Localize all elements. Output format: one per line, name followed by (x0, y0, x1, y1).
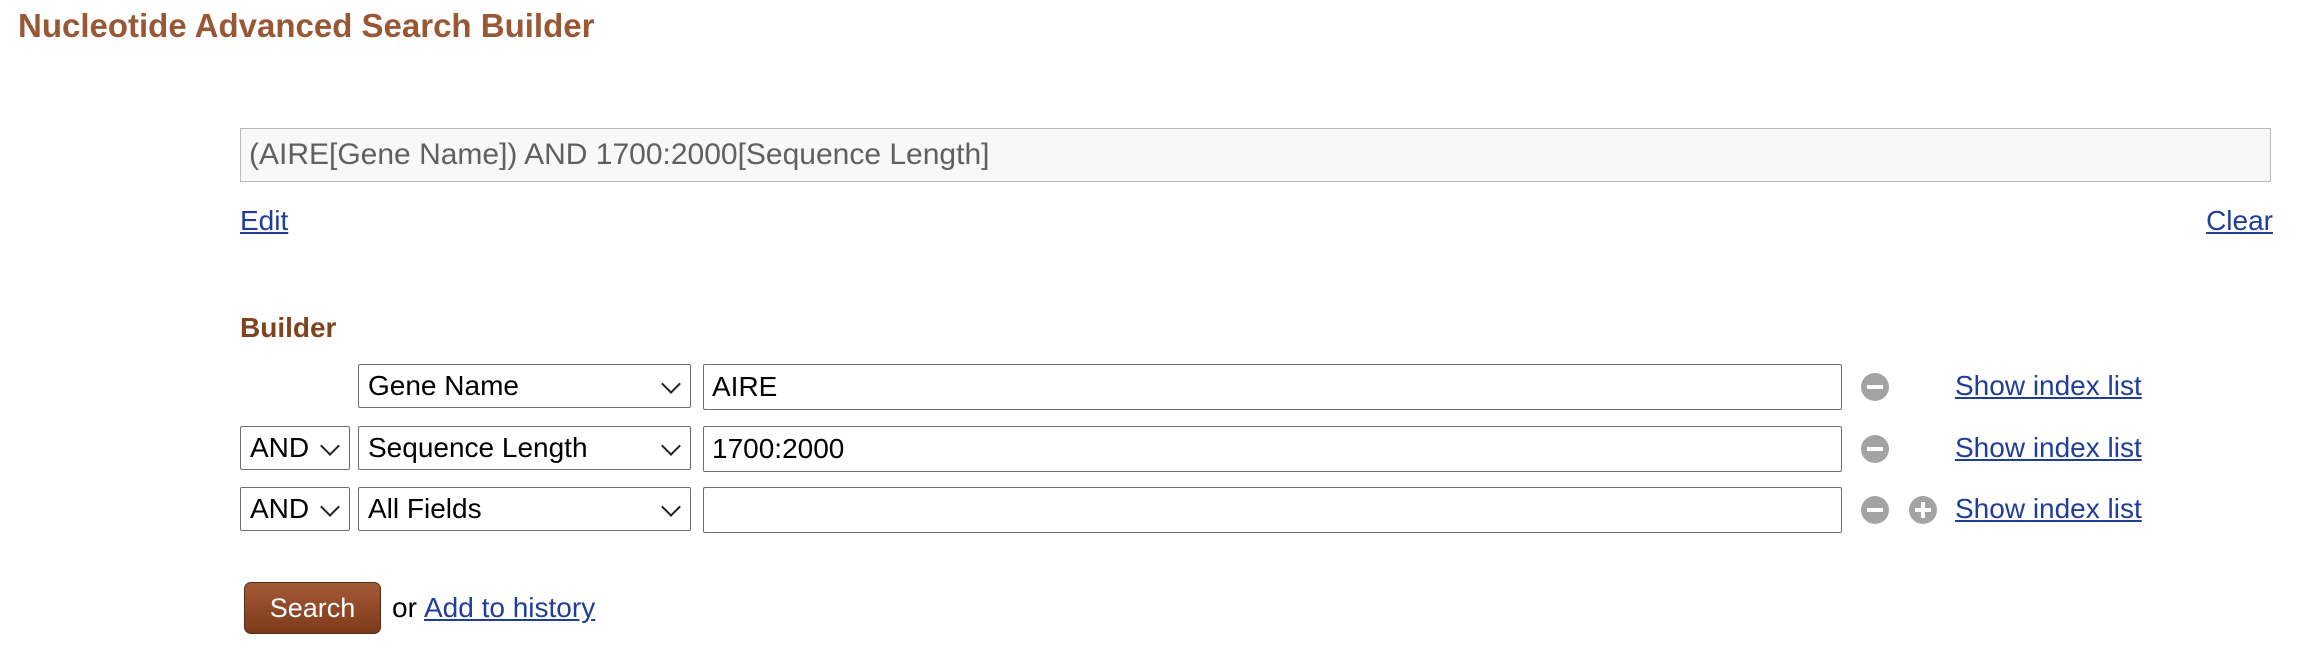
query-box[interactable]: (AIRE[Gene Name]) AND 1700:2000[Sequence… (240, 128, 2271, 182)
builder-row: Gene Name Show index list (0, 364, 2321, 410)
builder-row: AND Sequence Length Show index list (0, 426, 2321, 472)
field-select-value: All Fields (368, 493, 482, 524)
minus-circle-icon (1867, 508, 1883, 512)
minus-circle-icon (1867, 447, 1883, 451)
term-input[interactable] (703, 364, 1842, 410)
chevron-down-icon (320, 497, 340, 517)
edit-link[interactable]: Edit (240, 203, 288, 239)
chevron-down-icon (661, 436, 681, 456)
show-index-list-link[interactable]: Show index list (1955, 430, 2142, 466)
operator-select-value: AND (250, 493, 310, 524)
term-input[interactable] (703, 487, 1842, 533)
plus-bar-vertical (1921, 502, 1925, 518)
advanced-search-page: Nucleotide Advanced Search Builder (AIRE… (0, 0, 2321, 658)
remove-row-button[interactable] (1861, 496, 1889, 524)
operator-select-value: AND (250, 432, 310, 463)
minus-circle-icon (1867, 385, 1883, 389)
chevron-down-icon (320, 436, 340, 456)
builder-row: AND All Fields Show index list (0, 487, 2321, 533)
field-select[interactable]: All Fields (358, 487, 691, 531)
operator-select[interactable]: AND (240, 426, 350, 470)
chevron-down-icon (661, 374, 681, 394)
search-button[interactable]: Search (244, 582, 381, 634)
field-select[interactable]: Gene Name (358, 364, 691, 408)
operator-select[interactable]: AND (240, 487, 350, 531)
page-title: Nucleotide Advanced Search Builder (18, 7, 595, 44)
add-to-history-link[interactable]: Add to history (424, 590, 595, 626)
show-index-list-link[interactable]: Show index list (1955, 491, 2142, 527)
remove-row-button[interactable] (1861, 373, 1889, 401)
field-select-value: Gene Name (368, 370, 519, 401)
builder-heading: Builder (240, 312, 337, 343)
or-text: or (392, 592, 417, 623)
field-select-value: Sequence Length (368, 432, 588, 463)
add-row-button[interactable] (1909, 496, 1937, 524)
remove-row-button[interactable] (1861, 435, 1889, 463)
chevron-down-icon (661, 497, 681, 517)
field-select[interactable]: Sequence Length (358, 426, 691, 470)
show-index-list-link[interactable]: Show index list (1955, 368, 2142, 404)
clear-link[interactable]: Clear (2206, 203, 2273, 239)
term-input[interactable] (703, 426, 1842, 472)
